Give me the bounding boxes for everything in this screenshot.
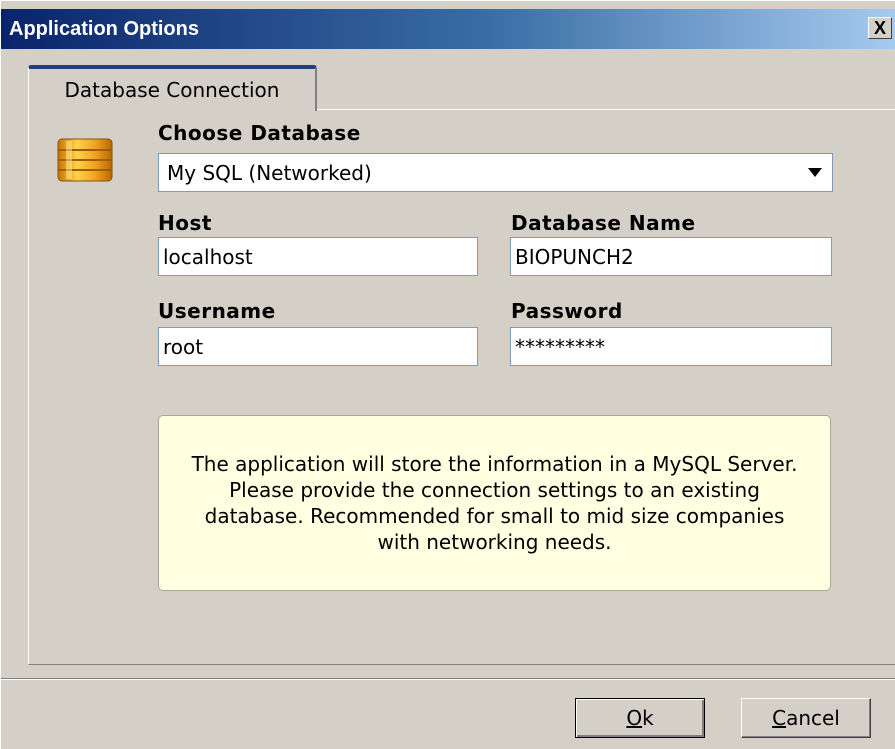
ok-mnemonic: O xyxy=(626,706,643,730)
password-value: ********* xyxy=(515,334,605,359)
close-button[interactable]: X xyxy=(868,17,892,39)
cancel-button[interactable]: Cancel xyxy=(741,698,871,738)
cancel-label: ancel xyxy=(786,706,840,730)
window-title: Application Options xyxy=(9,17,199,40)
cancel-mnemonic: C xyxy=(772,706,787,730)
password-label: Password xyxy=(511,299,623,323)
tab-label: Database Connection xyxy=(64,78,280,102)
tab-database-connection[interactable]: Database Connection xyxy=(28,65,317,111)
database-name-value: BIOPUNCH2 xyxy=(515,244,634,269)
password-input[interactable]: ********* xyxy=(510,327,832,366)
database-name-input[interactable]: BIOPUNCH2 xyxy=(510,237,832,276)
choose-database-label: Choose Database xyxy=(158,121,361,145)
host-value: localhost xyxy=(163,244,253,269)
host-input[interactable]: localhost xyxy=(158,237,478,276)
info-text: The application will store the informati… xyxy=(191,452,798,554)
chevron-down-icon[interactable] xyxy=(808,168,822,177)
host-label: Host xyxy=(158,211,212,235)
info-box: The application will store the informati… xyxy=(158,415,831,591)
footer-separator xyxy=(1,678,895,680)
application-options-dialog: Application Options X Database Connectio… xyxy=(0,0,895,749)
username-label: Username xyxy=(158,299,276,323)
username-input[interactable]: root xyxy=(158,327,478,366)
database-type-value: My SQL (Networked) xyxy=(167,160,372,185)
database-icon xyxy=(57,138,113,182)
database-name-label: Database Name xyxy=(511,211,696,235)
ok-button[interactable]: Ok xyxy=(575,698,705,738)
title-bar[interactable]: Application Options X xyxy=(1,9,895,49)
database-type-select[interactable]: My SQL (Networked) xyxy=(158,153,833,192)
close-icon: X xyxy=(873,18,886,38)
username-value: root xyxy=(163,334,204,359)
ok-label: k xyxy=(642,706,654,730)
